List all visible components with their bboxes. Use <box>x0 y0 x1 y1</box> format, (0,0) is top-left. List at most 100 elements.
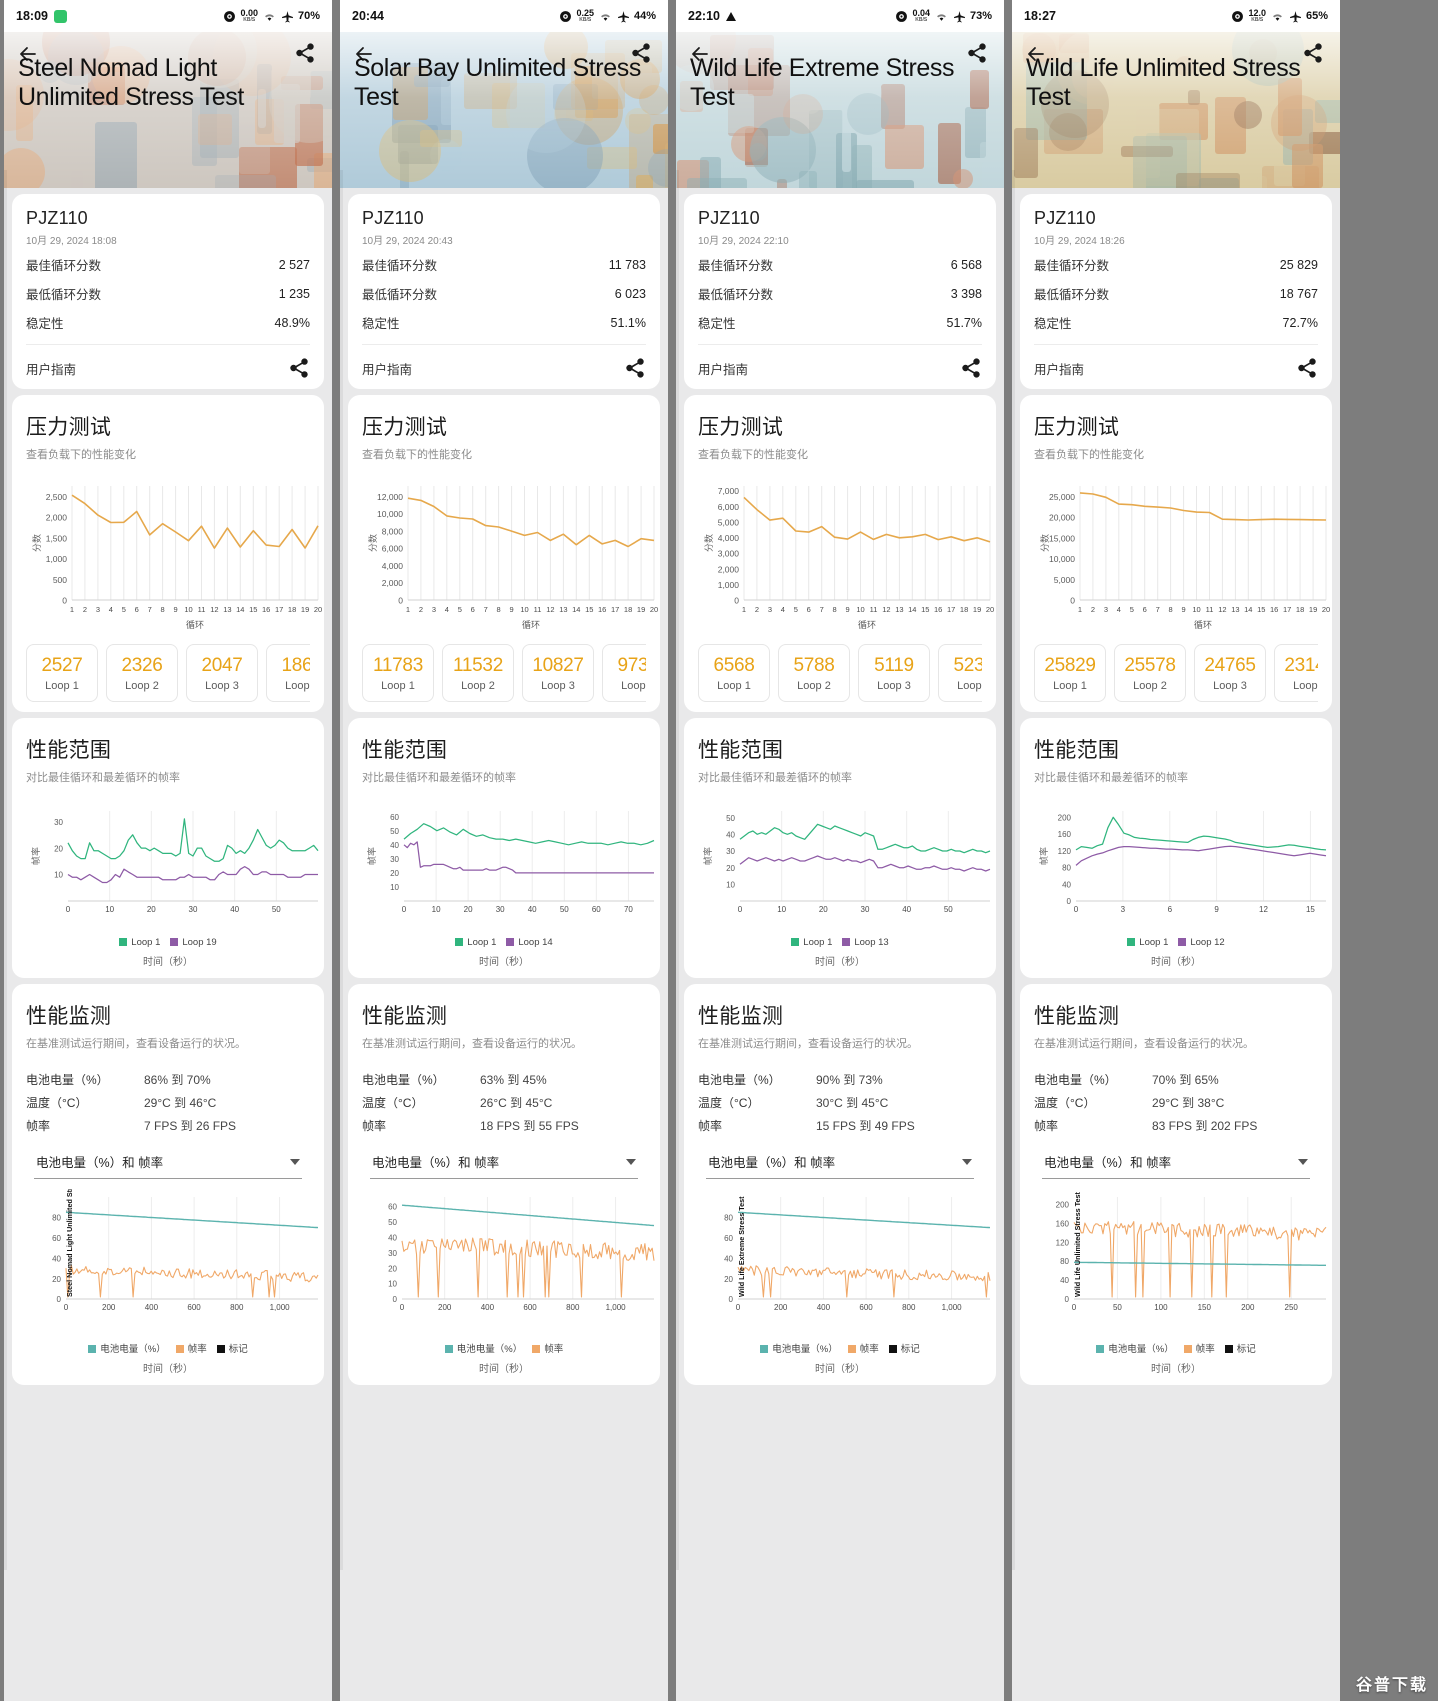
loop-card[interactable]: 2326 Loop 2 <box>106 644 178 702</box>
loop-card[interactable]: 2047 Loop 3 <box>186 644 258 702</box>
loop-card[interactable]: 24765 Loop 3 <box>1194 644 1266 702</box>
stress-test-chart[interactable]: 0 2,000 4,000 6,000 8,000 10,000 12,000 1 2 3 4 5 6 7… <box>362 480 658 630</box>
svg-text:20,000: 20,000 <box>1049 513 1075 523</box>
legend-fps: 帧率 <box>1183 1341 1215 1355</box>
loop-card[interactable]: 23140 Loop 4 <box>1274 644 1318 702</box>
loop-card[interactable]: 10827 Loop 3 <box>522 644 594 702</box>
share-icon[interactable] <box>960 357 982 379</box>
user-guide-row[interactable]: 用户指南 <box>26 345 310 379</box>
svg-text:40: 40 <box>388 1233 397 1242</box>
stability-label: 稳定性 <box>26 317 64 331</box>
svg-text:7: 7 <box>820 605 824 614</box>
loop-card[interactable]: 25829 Loop 1 <box>1034 644 1106 702</box>
metric-select-value: 电池电量（%）和 帧率 <box>1044 1156 1172 1170</box>
loop-card[interactable]: 5788 Loop 2 <box>778 644 850 702</box>
loop-card[interactable]: 25578 Loop 2 <box>1114 644 1186 702</box>
performance-monitor-chart[interactable]: 0 40 80 120 160 200 0 50 100 150 200 250 Wild Life … <box>1034 1189 1327 1339</box>
metric-select[interactable]: 电池电量（%）和 帧率 <box>370 1152 638 1179</box>
svg-text:循环: 循环 <box>186 619 204 630</box>
loop-label: Loop 3 <box>1213 679 1247 692</box>
temperature-label: 温度（°C） <box>698 1096 760 1110</box>
stress-test-title: 压力测试 <box>1034 416 1120 439</box>
loop-card[interactable]: 1869 Loop 4 <box>266 644 310 702</box>
svg-text:2: 2 <box>1091 605 1095 614</box>
share-icon[interactable] <box>1296 357 1318 379</box>
framerate-row: 帧率 18 FPS 到 55 FPS <box>362 1111 646 1134</box>
user-guide-row[interactable]: 用户指南 <box>698 345 982 379</box>
loop-card[interactable]: 5239 Loop 4 <box>938 644 982 702</box>
temperature-label: 温度（°C） <box>1034 1096 1096 1110</box>
share-icon[interactable] <box>288 357 310 379</box>
performance-range-x-axis-label: 时间（秒） <box>479 957 529 968</box>
svg-text:60: 60 <box>592 905 601 914</box>
loop-card[interactable]: 11532 Loop 2 <box>442 644 514 702</box>
loop-card[interactable]: 11783 Loop 1 <box>362 644 434 702</box>
share-icon[interactable] <box>624 357 646 379</box>
svg-text:12,000: 12,000 <box>377 492 403 502</box>
svg-text:30: 30 <box>54 818 63 827</box>
stress-test-chart[interactable]: 0 1,000 2,000 3,000 4,000 5,000 6,000 7,000 1 2 3 4… <box>698 480 994 630</box>
stress-test-chart[interactable]: 0 500 1,000 1,500 2,000 2,500 1 2 3 4 5 6 7 8 9 10 11 12 1… <box>26 480 322 630</box>
performance-range-chart[interactable]: 10 20 30 40 50 0 10 20 30 40 50 帧率 <box>698 803 991 935</box>
performance-monitor-chart[interactable]: 0 20 40 60 80 0 200 400 600 800 1,000 Steel Nomad … <box>26 1189 319 1339</box>
network-speed: 12.0 KB/S <box>1248 8 1266 23</box>
metric-select[interactable]: 电池电量（%）和 帧率 <box>1042 1152 1310 1179</box>
svg-text:8: 8 <box>497 605 501 614</box>
loop-score-list[interactable]: 11783 Loop 1 11532 Loop 2 10827 Loop 3 9… <box>362 644 646 702</box>
battery-percent: 65% <box>1305 10 1328 22</box>
legend-best-loop: Loop 1 <box>1127 937 1168 948</box>
stress-test-chart[interactable]: 0 5,000 10,000 15,000 20,000 25,000 1 2 3 4 5 6 7 8 9 1… <box>1034 480 1330 630</box>
loop-score-list[interactable]: 2527 Loop 1 2326 Loop 2 2047 Loop 3 1869… <box>26 644 310 702</box>
svg-text:50: 50 <box>944 905 953 914</box>
scroll-edge <box>676 170 679 1570</box>
svg-text:40: 40 <box>528 905 537 914</box>
best-loop-label: 最佳循环分数 <box>26 259 102 273</box>
user-guide-row[interactable]: 用户指南 <box>1034 345 1318 379</box>
loop-label: Loop 1 <box>381 679 415 692</box>
stress-test-title: 压力测试 <box>698 416 784 439</box>
performance-range-chart[interactable]: 10 20 30 40 50 60 0 10 20 30 40 50 60 70 帧率 <box>362 803 655 935</box>
scroll-edge <box>4 170 7 1570</box>
loop-score-list[interactable]: 6568 Loop 1 5788 Loop 2 5119 Loop 3 5239… <box>698 644 982 702</box>
metric-select[interactable]: 电池电量（%）和 帧率 <box>706 1152 974 1179</box>
svg-text:14: 14 <box>1244 605 1252 614</box>
performance-monitor-chart[interactable]: 0 10 20 30 40 50 60 0 200 400 600 800 1,000 <box>362 1189 655 1339</box>
svg-text:6: 6 <box>471 605 475 614</box>
loop-score-list[interactable]: 25829 Loop 1 25578 Loop 2 24765 Loop 3 2… <box>1034 644 1318 702</box>
svg-text:20: 20 <box>390 869 399 878</box>
performance-range-card: 性能范围 对比最佳循环和最差循环的帧率 10 20 30 0 10 20 30 40 50 帧率… <box>12 718 324 978</box>
svg-text:10,000: 10,000 <box>1049 554 1075 564</box>
performance-monitor-chart[interactable]: 0 20 40 60 80 0 200 400 600 800 1,000 Wild Life Ex… <box>698 1189 991 1339</box>
loop-card[interactable]: 9736 Loop 4 <box>602 644 646 702</box>
performance-range-chart[interactable]: 0 40 80 120 160 200 0 3 6 9 12 15 帧率 <box>1034 803 1327 935</box>
svg-text:9: 9 <box>510 605 514 614</box>
chevron-down-icon[interactable] <box>626 1158 636 1165</box>
svg-text:5,000: 5,000 <box>718 517 740 527</box>
svg-text:帧率: 帧率 <box>1038 847 1049 865</box>
svg-text:2: 2 <box>755 605 759 614</box>
loop-label: Loop 2 <box>1133 679 1167 692</box>
loop-card[interactable]: 2527 Loop 1 <box>26 644 98 702</box>
metric-select[interactable]: 电池电量（%）和 帧率 <box>34 1152 302 1179</box>
best-loop-label: 最佳循环分数 <box>1034 259 1110 273</box>
chevron-down-icon[interactable] <box>962 1158 972 1165</box>
svg-text:4: 4 <box>1117 605 1121 614</box>
svg-text:60: 60 <box>390 813 399 822</box>
loop-card[interactable]: 5119 Loop 3 <box>858 644 930 702</box>
status-time: 18:09 <box>16 9 48 23</box>
svg-text:18: 18 <box>288 605 296 614</box>
performance-range-subtitle: 对比最佳循环和最差循环的帧率 <box>26 772 180 784</box>
stability-value: 51.7% <box>946 315 982 330</box>
temperature-row: 温度（°C） 29°C 到 38°C <box>1034 1088 1318 1111</box>
status-time: 18:27 <box>1024 9 1056 23</box>
user-guide-row[interactable]: 用户指南 <box>362 345 646 379</box>
chevron-down-icon[interactable] <box>290 1158 300 1165</box>
svg-text:1,000: 1,000 <box>46 554 68 564</box>
stress-test-card: 压力测试 查看负载下的性能变化 0 1,000 2,000 3,000 4,000 5,0… <box>684 395 996 712</box>
svg-text:800: 800 <box>230 1303 244 1312</box>
svg-text:17: 17 <box>947 605 955 614</box>
svg-text:5: 5 <box>794 605 798 614</box>
performance-range-chart[interactable]: 10 20 30 0 10 20 30 40 50 帧率 <box>26 803 319 935</box>
chevron-down-icon[interactable] <box>1298 1158 1308 1165</box>
loop-card[interactable]: 6568 Loop 1 <box>698 644 770 702</box>
